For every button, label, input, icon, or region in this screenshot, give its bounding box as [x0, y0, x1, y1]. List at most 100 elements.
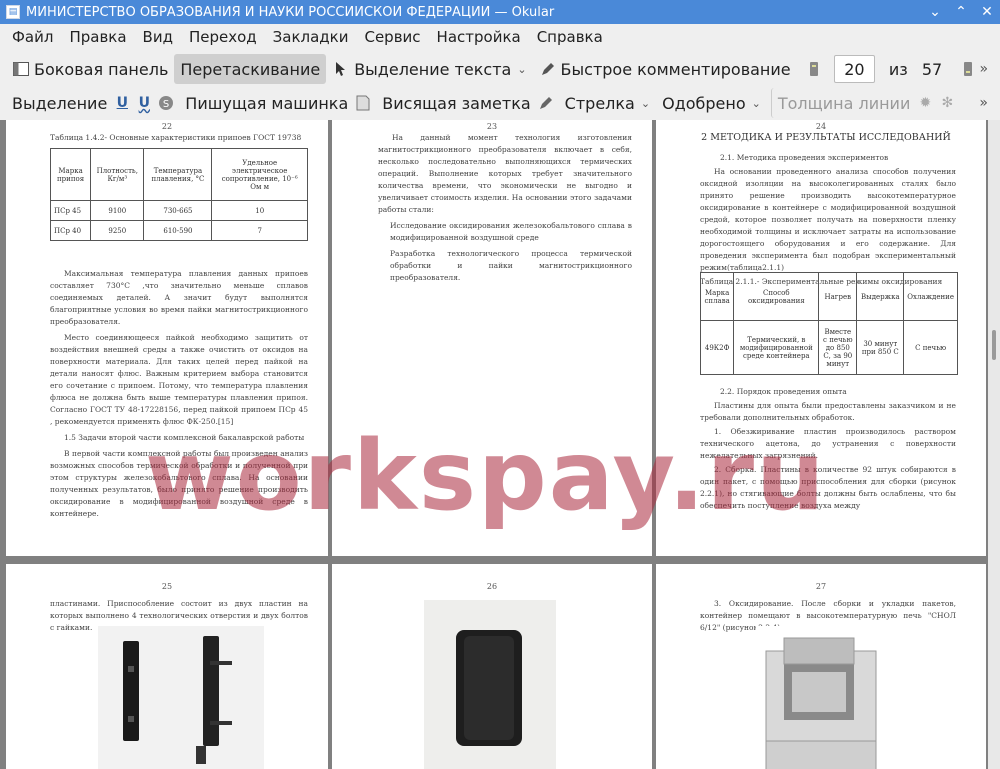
text-select-label: Выделение текста — [354, 59, 512, 79]
page-number: 22 — [161, 122, 173, 131]
menu-go[interactable]: Переход — [181, 28, 265, 46]
popup-note-tool[interactable]: Висящая заметка — [376, 88, 536, 118]
page-24: 24 2 МЕТОДИКА И РЕЗУЛЬТАТЫ ИССЛЕДОВАНИЙ … — [656, 120, 986, 556]
next-page-icon[interactable] — [960, 60, 975, 78]
section-heading: 2 МЕТОДИКА И РЕЗУЛЬТАТЫ ИССЛЕДОВАНИЙ — [701, 132, 951, 143]
table-cell: Термический, в модифицированной среде ко… — [733, 320, 820, 375]
menu-view[interactable]: Вид — [135, 28, 181, 46]
menu-file[interactable]: Файл — [4, 28, 61, 46]
list-item: Исследование оксидирования железокобальт… — [390, 221, 632, 242]
page-number: 26 — [486, 582, 498, 591]
subheading: 2.2. Порядок проведения опыта — [720, 387, 847, 396]
quick-comment-button[interactable]: Быстрое комментирование — [533, 54, 797, 84]
menu-settings[interactable]: Настройка — [429, 28, 529, 46]
table-header: Охлаждение — [903, 272, 958, 321]
app-icon[interactable]: ▤ — [6, 5, 20, 19]
sidebar-icon — [12, 60, 30, 78]
table-cell: ПСр 45 — [49, 200, 92, 221]
annotation-toolbar: Выделение U U S Пишущая машинка Висящая … — [0, 86, 1000, 120]
window-title: МИНИСТЕРСТВО ОБРАЗОВАНИЯ И НАУКИ РОССИЙС… — [26, 4, 555, 20]
table-cell: 9100 — [90, 200, 145, 221]
close-icon[interactable]: ✕ — [974, 0, 1000, 24]
minimize-icon[interactable]: ⌄ — [922, 0, 948, 24]
paragraph: На данный момент технология изготовления… — [378, 133, 632, 214]
table-caption: Таблица 1.4.2- Основные характеристики п… — [50, 133, 302, 142]
selection-tool[interactable]: Выделение — [6, 88, 113, 118]
browse-tool-label: Перетаскивание — [180, 59, 321, 79]
vertical-scrollbar[interactable] — [988, 120, 1000, 769]
table-cell: 610-590 — [143, 220, 213, 241]
list-item: 1. Обезжиривание пластин производилось р… — [700, 427, 956, 460]
table-cell: 30 минут при 850 С — [856, 320, 905, 375]
menu-bookmarks[interactable]: Закладки — [265, 28, 357, 46]
toolbar-overflow-icon[interactable]: » — [979, 95, 988, 111]
page-number: 25 — [161, 582, 173, 591]
underline-icon[interactable]: U — [113, 94, 131, 112]
stamp-label: Одобрено — [662, 93, 746, 113]
paragraph: Пластины для опыта были предоставлены за… — [700, 401, 956, 422]
chevron-down-icon[interactable]: ⌄ — [752, 97, 761, 110]
table-header: Способ оксидирования — [733, 272, 820, 321]
subheading: 2.1. Методика проведения экспериментов — [720, 153, 889, 162]
text-select-tool-button[interactable]: Выделение текста ⌄ — [326, 54, 532, 84]
table-row: 49К2Ф Термический, в модифицированной ср… — [699, 320, 958, 375]
page-27: 27 3. Оксидирование. После сборки и укла… — [656, 564, 986, 769]
total-pages: 57 — [921, 59, 943, 79]
alloy-table: Марка припоя Плотность, Кг/м³ Температур… — [49, 148, 308, 241]
page-number: 27 — [815, 582, 827, 591]
arrow-tool[interactable]: Стрелка ⌄ — [559, 88, 656, 118]
paragraph: Место соединяющееся пайкой необходимо за… — [50, 333, 308, 426]
squiggle-icon[interactable]: U — [135, 94, 153, 112]
line-width-label: Толщина линии — [777, 93, 911, 113]
furnace-photo — [756, 626, 890, 769]
maximize-icon[interactable]: ⌃ — [948, 0, 974, 24]
document-view[interactable]: 22 Таблица 1.4.2- Основные характеристик… — [0, 120, 988, 769]
page-number: 23 — [486, 122, 498, 131]
table-header: Удельное электрическое сопротивление, 10… — [211, 148, 308, 201]
page-25: 25 пластинами. Приспособление состоит из… — [6, 564, 328, 769]
stamp-tool[interactable]: Одобрено ⌄ — [656, 88, 767, 118]
quick-comment-label: Быстрое комментирование — [560, 59, 791, 79]
table-cell: Вместе с печью до 850 С, за 90 минут — [818, 320, 858, 375]
table-cell: 49К2Ф — [699, 320, 735, 375]
chevron-down-icon[interactable]: ⌄ — [517, 63, 526, 76]
svg-text:S: S — [163, 99, 169, 110]
chevron-down-icon[interactable]: ⌄ — [641, 97, 650, 110]
color-icon[interactable]: ✹ — [916, 94, 934, 112]
subheading: 1.5 Задачи второй части комплексной бака… — [64, 433, 305, 442]
menu-tools[interactable]: Сервис — [356, 28, 428, 46]
typewriter-label: Пишущая машинка — [185, 93, 349, 113]
pen-icon — [539, 60, 557, 78]
popup-note-label: Висящая заметка — [382, 93, 531, 113]
paragraph: В первой части комплексной работы был пр… — [50, 449, 308, 518]
sidebar-label: Боковая панель — [34, 59, 169, 79]
page-26: 26 — [332, 564, 652, 769]
sidebar-button[interactable]: Боковая панель — [6, 54, 174, 84]
typewriter-tool[interactable]: Пишущая машинка — [179, 88, 354, 118]
arrow-tool-icon — [537, 94, 555, 112]
page-number: 24 — [815, 122, 827, 131]
strikeout-icon[interactable]: S — [157, 94, 175, 112]
line-width-tool[interactable]: Толщина линии — [770, 88, 917, 118]
previous-page-icon[interactable] — [807, 60, 822, 78]
plate-stack-photo — [424, 600, 556, 769]
browse-tool-button[interactable]: Перетаскивание — [174, 54, 327, 84]
oxidation-table: Марка сплава Способ оксидирования Нагрев… — [699, 272, 958, 375]
scrollbar-thumb[interactable] — [992, 330, 996, 360]
menu-help[interactable]: Справка — [529, 28, 611, 46]
page-number-input[interactable]: 20 — [833, 55, 875, 83]
table-cell: 730-665 — [143, 200, 213, 221]
table-cell: 10 — [211, 200, 308, 221]
menu-bar: Файл Правка Вид Переход Закладки Сервис … — [0, 24, 1000, 50]
arrow-label: Стрелка — [564, 93, 635, 113]
menu-edit[interactable]: Правка — [61, 28, 134, 46]
list-item: 2. Сборка. Пластины в количестве 92 штук… — [700, 465, 956, 510]
paragraph: На основании проведенного анализа способ… — [700, 167, 956, 272]
table-header: Марка припоя — [49, 148, 92, 201]
table-header: Марка сплава — [699, 272, 735, 321]
toolbar-overflow-icon[interactable]: » — [979, 61, 988, 77]
page-22: 22 Таблица 1.4.2- Основные характеристик… — [6, 120, 328, 556]
opacity-icon[interactable]: ✻ — [938, 94, 956, 112]
table-row: ПСр 40 9250 610-590 7 — [49, 220, 308, 241]
table-row: ПСр 45 9100 730-665 10 — [49, 200, 308, 221]
